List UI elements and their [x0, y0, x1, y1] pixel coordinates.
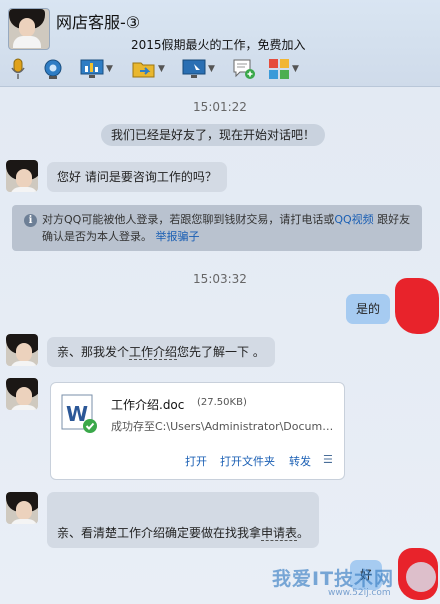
apps-icon[interactable]: ▼ — [268, 56, 299, 82]
message-keyword: 工作介绍 — [129, 345, 178, 360]
timestamp: 15:03:32 — [193, 272, 247, 286]
report-scammer-link[interactable]: 举报骗子 — [156, 230, 200, 243]
message-text: 。 — [297, 526, 310, 540]
timestamp: 15:01:22 — [193, 100, 247, 114]
message-bubble: 亲、那我发个工作介绍您先了解一下 。 — [47, 337, 275, 367]
system-message: 我们已经是好友了，现在开始对话吧！ — [101, 124, 325, 146]
message-text: 您先了解一下 。 — [177, 345, 265, 359]
file-name[interactable]: 工作介绍.doc — [111, 396, 184, 413]
contact-avatar[interactable] — [8, 8, 50, 50]
watermark-logo-icon — [406, 562, 436, 592]
qq-chat-window: 网店客服-③ 2015假期最火的工作，免费加入 ▼ ▼ ▼ ▼ 15:01:22… — [0, 0, 440, 604]
site-watermark: 我爱IT技术网 www.52ij.com — [268, 562, 440, 602]
info-icon: i — [24, 214, 37, 227]
file-size: (27.50KB) — [197, 397, 247, 408]
more-menu-icon[interactable]: ☰ — [323, 453, 333, 466]
contact-avatar[interactable] — [6, 334, 38, 366]
message-bubble: 您好 请问是要咨询工作的吗？ — [47, 162, 227, 192]
screen-share-icon[interactable]: ▼ — [80, 56, 113, 82]
remote-desktop-icon[interactable]: ▼ — [182, 56, 215, 82]
file-status: 成功存至C:\Users\Administrator\Documents\Ten… — [111, 420, 339, 433]
qq-video-link[interactable]: QQ视频 — [334, 213, 373, 226]
file-transfer-card[interactable]: W 工作介绍.doc (27.50KB) 成功存至C:\Users\Admini… — [50, 382, 345, 480]
redacted-avatar — [395, 278, 439, 334]
forward-button[interactable]: 转发 — [289, 453, 311, 469]
message-keyword: 申请表 — [261, 526, 298, 541]
contact-name[interactable]: 网店客服-③ — [56, 9, 140, 33]
open-file-button[interactable]: 打开 — [185, 453, 207, 469]
microphone-icon[interactable] — [10, 56, 26, 82]
watermark-text: 我爱IT技术网 — [272, 568, 395, 590]
camera-icon[interactable] — [42, 56, 64, 82]
message-text: 是的 — [356, 302, 381, 316]
warning-text: 对方QQ可能被他人登录，若跟您聊到钱财交易，请打电话或 — [42, 213, 335, 226]
word-doc-icon: W — [61, 394, 97, 434]
contact-avatar[interactable] — [6, 160, 38, 192]
security-warning: i 对方QQ可能被他人登录，若跟您聊到钱财交易，请打电话或QQ视频 跟好友确认是… — [12, 205, 422, 251]
open-folder-button[interactable]: 打开文件夹 — [220, 453, 275, 469]
message-text: 您好 请问是要咨询工作的吗？ — [57, 170, 217, 184]
contact-avatar[interactable] — [6, 378, 38, 410]
contact-signature: 2015假期最火的工作，免费加入 — [131, 38, 306, 52]
file-transfer-icon[interactable]: ▼ — [132, 56, 165, 82]
message-edit-icon[interactable] — [232, 56, 256, 82]
message-bubble: 亲、看清楚工作介绍确定要做在找我拿申请表。 — [47, 492, 320, 548]
message-text: 亲、那我发个 — [57, 345, 130, 359]
my-message-bubble: 是的 — [346, 294, 391, 324]
watermark-url: www.52ij.com — [328, 588, 391, 598]
message-text: 亲、看清楚工作介绍确定要做在找我拿 — [57, 526, 262, 540]
contact-avatar[interactable] — [6, 492, 38, 524]
chat-header: 网店客服-③ 2015假期最火的工作，免费加入 ▼ ▼ ▼ ▼ — [0, 0, 440, 87]
